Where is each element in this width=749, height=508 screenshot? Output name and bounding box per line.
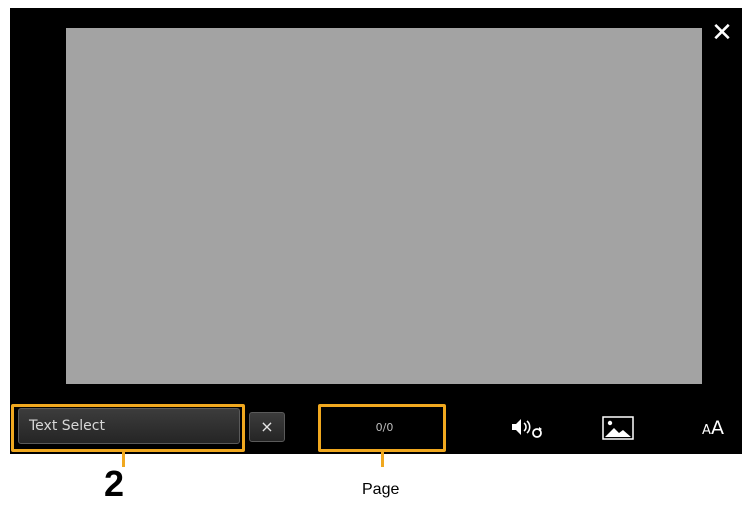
clear-text-button[interactable]: ×	[249, 412, 285, 442]
font-size-small-glyph: A	[702, 423, 711, 438]
callout-number: 2	[104, 463, 125, 504]
font-size-icon[interactable]: AA	[697, 414, 729, 442]
page-label: Page	[362, 481, 400, 498]
callout-connector-page	[381, 451, 384, 467]
font-size-big-glyph: A	[710, 417, 724, 439]
speaker-repeat-icon[interactable]	[504, 414, 548, 442]
picture-icon[interactable]	[602, 414, 634, 442]
close-icon[interactable]: ✕	[707, 18, 737, 48]
text-select-highlight	[11, 404, 245, 452]
text-display-area	[66, 28, 702, 384]
page-highlight	[318, 404, 446, 452]
screen-panel: ✕ Text Select × 0/0 AA	[10, 8, 742, 454]
